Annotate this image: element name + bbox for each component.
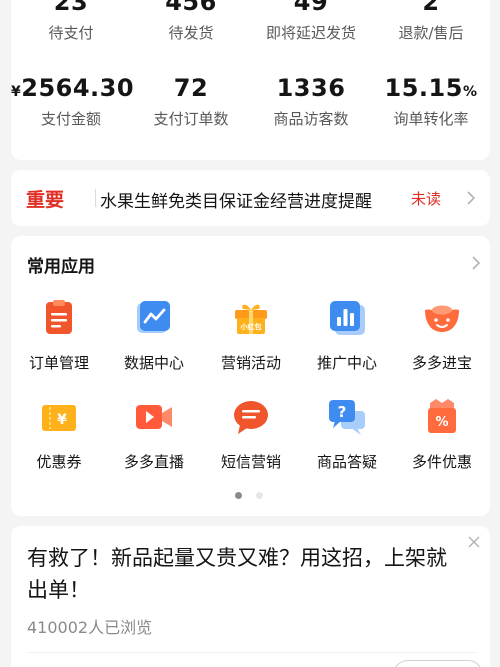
important-tag: 重要 [26,189,65,211]
stat-value: 1336 [276,74,346,102]
app-marketing-activities[interactable]: 小红包 营销活动 [203,298,299,373]
percent-unit: % [462,84,478,100]
app-multi-item-discount[interactable]: % 多件优惠 [394,397,490,472]
view-count: 410002人已浏览 [27,618,153,637]
video-camera-icon [136,405,172,429]
app-label: 多多进宝 [411,354,472,372]
app-label: 营销活动 [220,354,281,372]
page-dot[interactable] [256,492,263,499]
divider [95,189,96,207]
close-icon[interactable] [466,534,482,550]
notice-bar[interactable]: 重要 水果生鲜免类目保证金经营进度提醒 未读 [11,170,490,226]
stat-conversion-rate[interactable]: 15.15% 询单转化率 [371,74,491,129]
order-clipboard-icon [46,300,72,334]
shop-stats-card: 23 待支付 456 待发货 49 即将延迟发货 2 退款/售后 ¥2564.3… [11,0,490,160]
stat-delayed-shipment[interactable]: 49 即将延迟发货 [251,0,371,43]
svg-text:?: ? [338,403,347,421]
bar-chart-icon [330,301,365,335]
app-promotion-center[interactable]: 推广中心 [299,298,395,373]
page-dot-active[interactable] [235,492,242,499]
gift-box-icon: 小红包 [235,304,267,334]
app-label: 多件优惠 [411,453,472,471]
message-bubble-icon [234,401,268,434]
app-order-management[interactable]: 订单管理 [11,298,107,373]
stat-payment-amount[interactable]: ¥2564.30 支付金额 [11,74,135,129]
article-card[interactable]: 有救了！新品起量又贵又难？用这招，上架就出单！ 410002人已浏览 [11,526,490,667]
chevron-right-icon[interactable] [466,253,486,273]
app-duoduo-live[interactable]: 多多直播 [106,397,202,472]
section-title: 常用应用 [27,257,95,277]
stat-label: 商品访客数 [273,110,349,128]
stat-label: 即将延迟发货 [265,24,356,42]
question-chat-icon: ? [329,400,365,435]
divider [27,652,477,653]
stat-value: 15.15 [384,74,463,102]
stat-pending-payment[interactable]: 23 待支付 [11,0,131,43]
app-label: 订单管理 [28,354,89,372]
stat-label: 支付订单数 [153,110,229,128]
app-data-center[interactable]: 数据中心 [106,298,202,373]
app-coupons[interactable]: ¥ 优惠券 [11,397,107,472]
stat-label: 退款/售后 [398,24,464,42]
stat-value: 2 [422,0,440,16]
stat-value: 2564.30 [21,74,135,102]
app-duoduo-jinbao[interactable]: 多多进宝 [394,298,490,373]
app-label: 多多直播 [123,453,184,471]
article-action-button[interactable] [393,660,483,667]
currency-symbol: ¥ [11,84,22,100]
stat-paid-orders[interactable]: 72 支付订单数 [131,74,251,129]
data-chart-icon [137,301,170,333]
stat-value: 72 [173,74,209,102]
discount-bag-icon: % [428,399,456,433]
app-product-qa[interactable]: ? 商品答疑 [299,397,395,472]
notice-text: 水果生鲜免类目保证金经营进度提醒 [100,192,372,212]
app-label: 推广中心 [316,354,377,372]
stat-value: 456 [165,0,217,16]
app-sms-marketing[interactable]: 短信营销 [203,397,299,472]
stat-label: 待支付 [48,24,94,42]
svg-text:小红包: 小红包 [240,322,262,331]
treasure-ingot-icon [425,305,459,332]
stat-refunds[interactable]: 2 退款/售后 [371,0,491,43]
svg-text:¥: ¥ [57,412,67,428]
coupon-icon: ¥ [42,405,76,431]
page-indicator [235,492,263,499]
common-apps-card: 常用应用 订单管理 数据中心 小红包 营销活动 推广中心 多多进宝 ¥ 优惠券 … [11,236,490,516]
article-headline[interactable]: 有救了！新品起量又贵又难？用这招，上架就出单！ [27,542,457,606]
chevron-right-icon [467,191,476,205]
app-label: 数据中心 [123,354,184,372]
unread-badge: 未读 [411,190,442,208]
app-label: 商品答疑 [316,453,377,471]
stat-label: 待发货 [168,24,214,42]
app-label: 短信营销 [220,453,281,471]
app-label: 优惠券 [36,453,82,471]
stat-value: 23 [53,0,89,16]
stat-pending-shipment[interactable]: 456 待发货 [131,0,251,43]
stat-product-visitors[interactable]: 1336 商品访客数 [251,74,371,129]
stat-label: 询单转化率 [393,110,469,128]
stat-value: 49 [293,0,329,16]
svg-text:%: % [435,415,448,430]
stat-label: 支付金额 [40,110,101,128]
